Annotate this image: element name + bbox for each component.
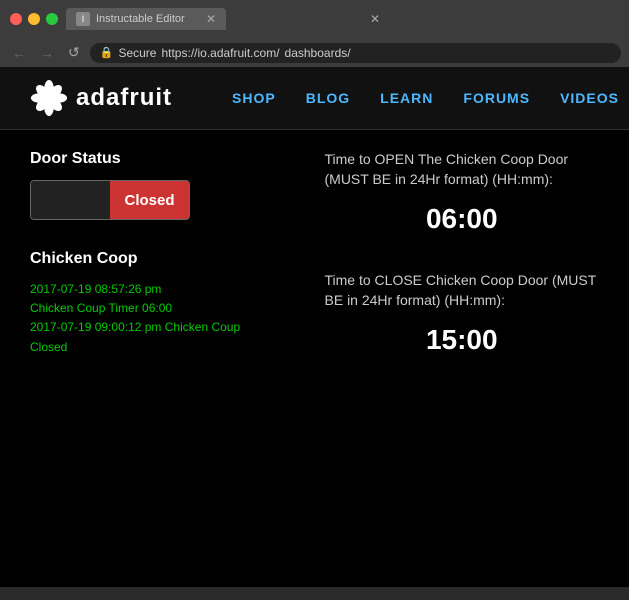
window-controls bbox=[10, 13, 58, 25]
page-wrapper: adafruit SHOP BLOG LEARN FORUMS VIDEOS D… bbox=[0, 67, 629, 587]
url-suffix: dashboards/ bbox=[285, 46, 351, 60]
tab-label: Instructable Editor bbox=[96, 13, 185, 25]
titlebar: I Instructable Editor ✕ ✕ bbox=[0, 0, 629, 38]
url-text: https://io.adafruit.com/ bbox=[161, 46, 279, 60]
active-tab[interactable]: I Instructable Editor ✕ bbox=[66, 8, 226, 30]
secure-lock-icon: 🔒 bbox=[100, 46, 114, 59]
open-time-block: Time to OPEN The Chicken Coop Door (MUST… bbox=[325, 150, 600, 241]
nav-blog[interactable]: BLOG bbox=[306, 90, 350, 106]
chicken-coop-log: 2017-07-19 08:57:26 pm Chicken Coup Time… bbox=[30, 280, 305, 357]
maximize-window-button[interactable] bbox=[46, 13, 58, 25]
open-time-value: 06:00 bbox=[325, 197, 600, 241]
tab-close-icon[interactable]: ✕ bbox=[206, 12, 216, 26]
site-nav: SHOP BLOG LEARN FORUMS VIDEOS bbox=[232, 90, 619, 106]
url-secure-label: Secure bbox=[118, 46, 156, 60]
logo-area: adafruit bbox=[30, 79, 172, 117]
chicken-coop-section: Chicken Coop 2017-07-19 08:57:26 pm Chic… bbox=[30, 250, 305, 357]
close-time-label: Time to CLOSE Chicken Coop Door (MUST BE… bbox=[325, 271, 600, 310]
log-line-1: 2017-07-19 08:57:26 pm bbox=[30, 280, 305, 299]
dashboard: Door Status Closed Chicken Coop 2017-07-… bbox=[0, 130, 629, 382]
log-line-2: Chicken Coup Timer 06:00 bbox=[30, 299, 305, 318]
chicken-coop-title: Chicken Coop bbox=[30, 250, 305, 268]
nav-shop[interactable]: SHOP bbox=[232, 90, 276, 106]
inactive-tab-close-icon[interactable]: ✕ bbox=[370, 12, 380, 26]
door-status-section: Door Status Closed bbox=[30, 150, 305, 220]
open-time-label: Time to OPEN The Chicken Coop Door (MUST… bbox=[325, 150, 600, 189]
nav-forums[interactable]: FORUMS bbox=[463, 90, 530, 106]
nav-videos[interactable]: VIDEOS bbox=[560, 90, 619, 106]
forward-button[interactable]: → bbox=[36, 43, 58, 63]
log-line-4: Closed bbox=[30, 338, 305, 357]
adafruit-logo-icon bbox=[30, 79, 68, 117]
log-line-3: 2017-07-19 09:00:12 pm Chicken Coup bbox=[30, 318, 305, 337]
refresh-button[interactable]: ↺ bbox=[64, 42, 84, 63]
toggle-closed-label[interactable]: Closed bbox=[110, 181, 189, 219]
close-time-block: Time to CLOSE Chicken Coop Door (MUST BE… bbox=[325, 271, 600, 362]
logo-text: adafruit bbox=[76, 84, 172, 112]
door-status-toggle[interactable]: Closed bbox=[30, 180, 190, 220]
back-button[interactable]: ← bbox=[8, 43, 30, 63]
inactive-tab[interactable]: ✕ bbox=[230, 8, 390, 30]
toggle-off-side bbox=[31, 181, 110, 219]
nav-learn[interactable]: LEARN bbox=[380, 90, 433, 106]
close-window-button[interactable] bbox=[10, 13, 22, 25]
site-header: adafruit SHOP BLOG LEARN FORUMS VIDEOS bbox=[0, 67, 629, 130]
panel-left: Door Status Closed Chicken Coop 2017-07-… bbox=[30, 150, 305, 362]
address-bar[interactable]: 🔒 Secure https://io.adafruit.com/ dashbo… bbox=[90, 43, 621, 63]
minimize-window-button[interactable] bbox=[28, 13, 40, 25]
close-time-value: 15:00 bbox=[325, 318, 600, 362]
browser-toolbar: ← → ↺ 🔒 Secure https://io.adafruit.com/ … bbox=[0, 38, 629, 67]
tab-favicon-icon: I bbox=[76, 12, 90, 26]
panel-right: Time to OPEN The Chicken Coop Door (MUST… bbox=[325, 150, 600, 362]
browser-chrome: I Instructable Editor ✕ ✕ ← → ↺ 🔒 Secure… bbox=[0, 0, 629, 67]
door-status-title: Door Status bbox=[30, 150, 305, 168]
